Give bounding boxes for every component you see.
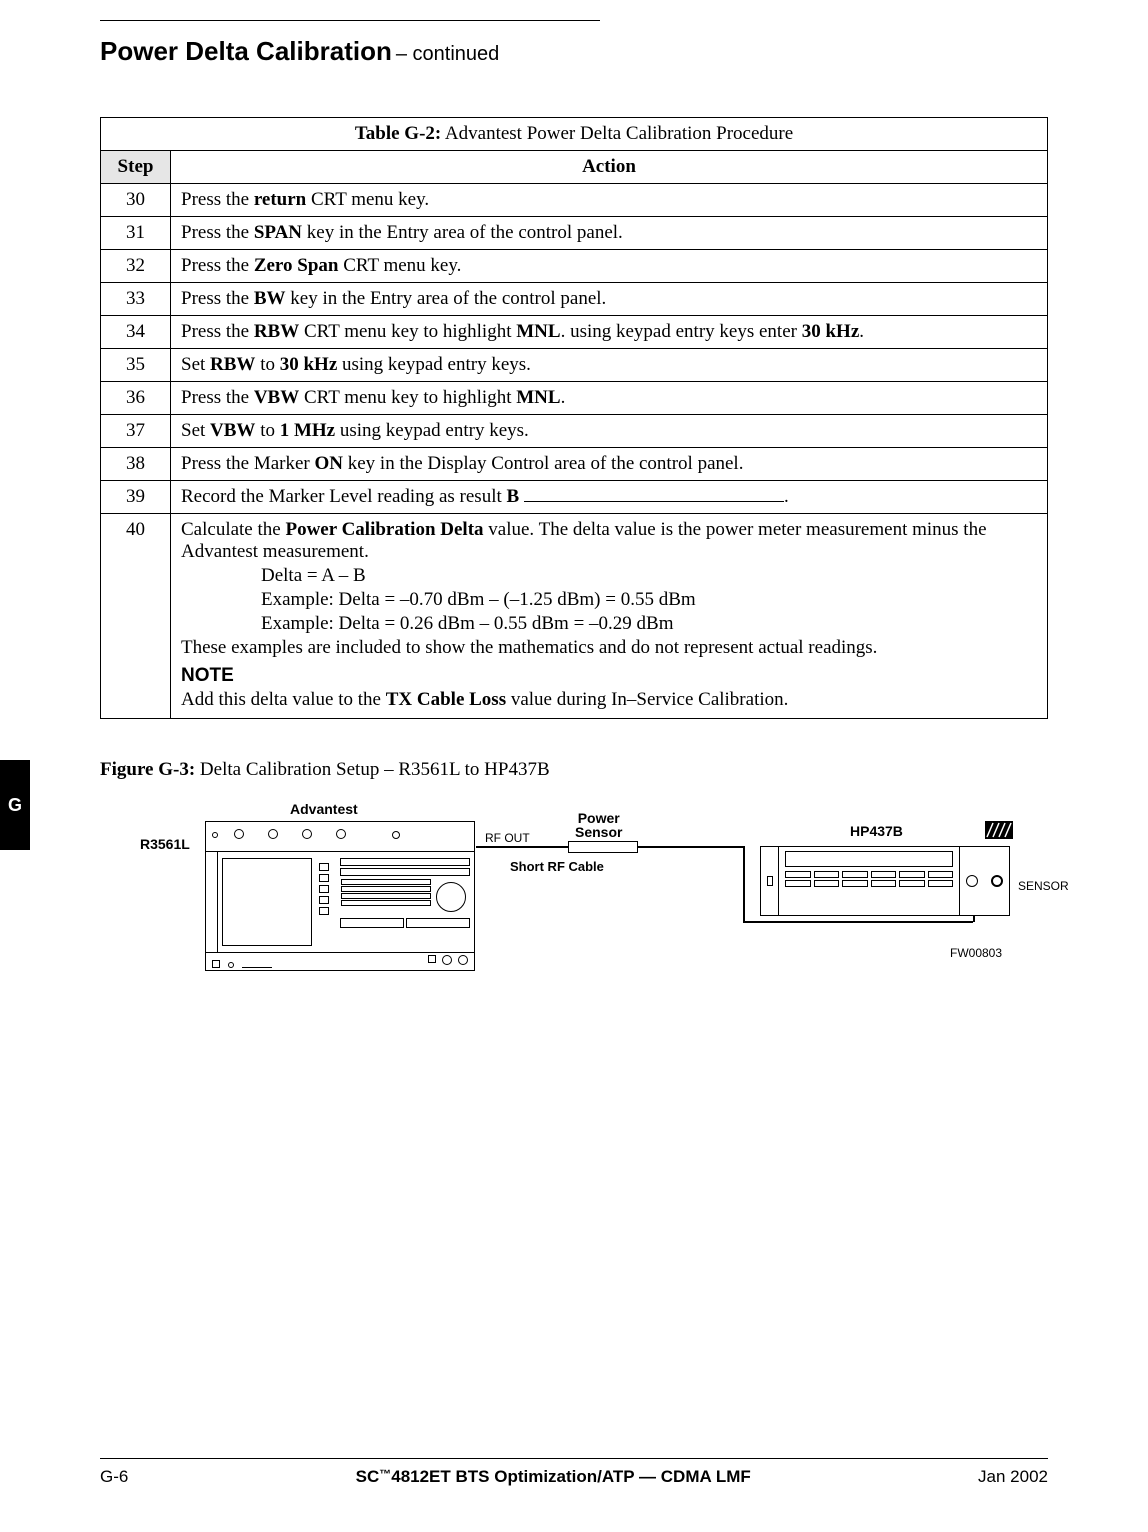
page-title: Power Delta Calibration – continued (100, 36, 1048, 67)
table-row: 34Press the RBW CRT menu key to highligh… (101, 316, 1048, 349)
label-fwcode: FW00803 (950, 946, 1002, 960)
label-short-rf-cable: Short RF Cable (510, 859, 604, 874)
label-rfout: RF OUT (485, 831, 530, 845)
col-step-head: Step (101, 151, 171, 184)
page-footer: G-6 SC™4812ET BTS Optimization/ATP — CDM… (100, 1458, 1048, 1487)
footer-date: Jan 2002 (978, 1467, 1048, 1487)
label-hp437b: HP437B (850, 823, 903, 839)
sensor-cable-h1 (638, 846, 743, 848)
sensor-cable-h2 (743, 921, 973, 923)
table-row: 37Set VBW to 1 MHz using keypad entry ke… (101, 415, 1048, 448)
hp-logo-block (985, 821, 1013, 839)
table-row: 38Press the Marker ON key in the Display… (101, 448, 1048, 481)
table-row: 36Press the VBW CRT menu key to highligh… (101, 382, 1048, 415)
equipment-power-sensor (568, 841, 638, 853)
step-cell: 37 (101, 415, 171, 448)
procedure-table: Table G-2: Advantest Power Delta Calibra… (100, 117, 1048, 719)
title-sub: – continued (396, 43, 499, 65)
section-tab: G (0, 760, 30, 850)
step-cell: 40 (101, 514, 171, 719)
step-cell: 34 (101, 316, 171, 349)
table-row: 32Press the Zero Span CRT menu key. (101, 250, 1048, 283)
step-cell: 39 (101, 481, 171, 514)
note-heading: NOTE (181, 665, 1037, 687)
action-cell: Press the VBW CRT menu key to highlight … (171, 382, 1048, 415)
action-cell: Press the SPAN key in the Entry area of … (171, 217, 1048, 250)
table-row: 39Record the Marker Level reading as res… (101, 481, 1048, 514)
sensor-cable-v (743, 846, 745, 921)
label-advantest: Advantest (290, 801, 358, 817)
step-cell: 36 (101, 382, 171, 415)
label-sensor: SENSOR (1018, 879, 1069, 893)
step-cell: 32 (101, 250, 171, 283)
action-cell: Press the BW key in the Entry area of th… (171, 283, 1048, 316)
action-cell: Press the RBW CRT menu key to highlight … (171, 316, 1048, 349)
step-cell: 35 (101, 349, 171, 382)
footer-doc-title: SC™4812ET BTS Optimization/ATP — CDMA LM… (128, 1467, 978, 1487)
table-row: 30Press the return CRT menu key. (101, 184, 1048, 217)
action-cell: Set VBW to 1 MHz using keypad entry keys… (171, 415, 1048, 448)
table-row: 33Press the BW key in the Entry area of … (101, 283, 1048, 316)
table-row: 31Press the SPAN key in the Entry area o… (101, 217, 1048, 250)
rf-cable-line (476, 846, 568, 848)
action-cell: Press the Marker ON key in the Display C… (171, 448, 1048, 481)
figure-diagram: Advantest R3561L (130, 801, 1048, 1001)
table-caption: Table G-2: Advantest Power Delta Calibra… (101, 118, 1048, 151)
step-cell: 30 (101, 184, 171, 217)
step-cell: 33 (101, 283, 171, 316)
action-cell: Set RBW to 30 kHz using keypad entry key… (171, 349, 1048, 382)
action-cell: Record the Marker Level reading as resul… (171, 481, 1048, 514)
step-cell: 38 (101, 448, 171, 481)
equipment-hp437b (760, 846, 1010, 916)
title-main: Power Delta Calibration (100, 36, 392, 66)
equipment-r3561l (205, 821, 475, 971)
blank-fill-line (524, 501, 784, 502)
col-action-head: Action (171, 151, 1048, 184)
table-row: 40Calculate the Power Calibration Delta … (101, 514, 1048, 719)
action-cell: Press the return CRT menu key. (171, 184, 1048, 217)
footer-page-number: G-6 (100, 1467, 128, 1487)
label-power-sensor: Power Sensor (575, 811, 622, 839)
action-cell: Calculate the Power Calibration Delta va… (171, 514, 1048, 719)
figure-caption: Figure G-3: Delta Calibration Setup – R3… (100, 759, 1048, 781)
label-r3561l: R3561L (140, 836, 190, 852)
action-cell: Press the Zero Span CRT menu key. (171, 250, 1048, 283)
step-cell: 31 (101, 217, 171, 250)
table-row: 35Set RBW to 30 kHz using keypad entry k… (101, 349, 1048, 382)
